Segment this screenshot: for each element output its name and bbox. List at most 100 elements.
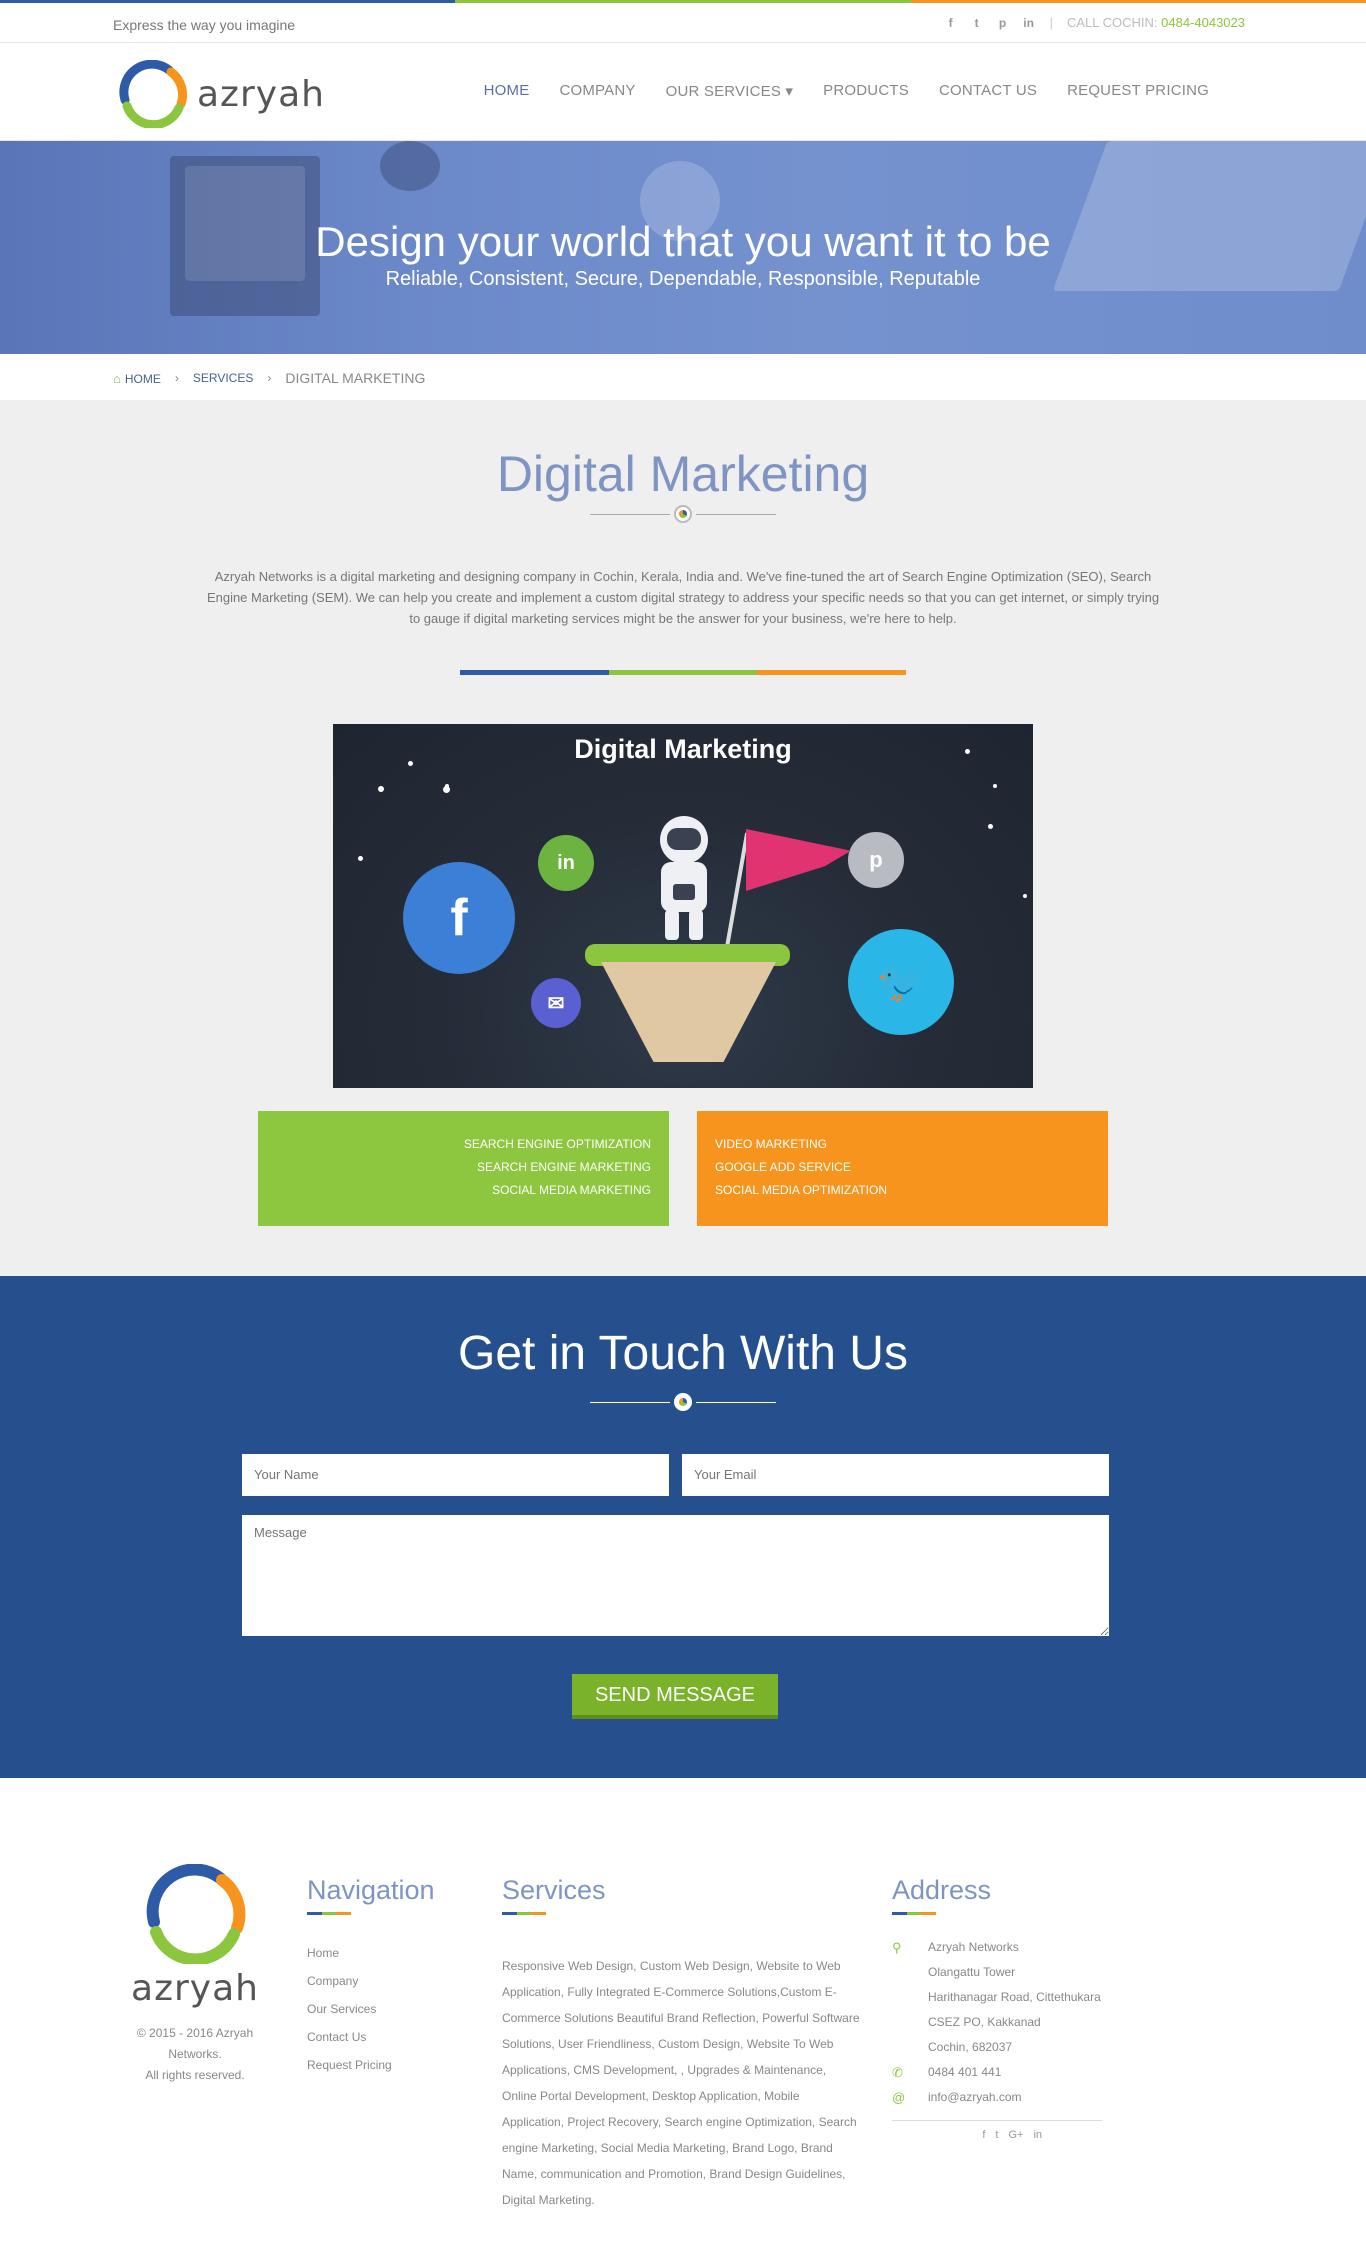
footer-color-bar — [502, 1912, 547, 1915]
intro-text: Azryah Networks is a digital marketing a… — [206, 569, 1160, 626]
star-icon — [358, 856, 363, 861]
nav-home[interactable]: HOME — [484, 82, 530, 100]
footer-link-contact[interactable]: Contact Us — [307, 2023, 435, 2051]
star-icon — [408, 761, 413, 766]
footer-address: Address ⚲ Azryah Networks Olangattu Tower… — [892, 1875, 1102, 2141]
send-message-button[interactable]: SEND MESSAGE — [572, 1674, 778, 1719]
divider-logo-icon — [674, 505, 692, 523]
site-header: azryah HOME COMPANY OUR SERVICES ▾ PRODU… — [0, 44, 1366, 141]
name-input[interactable] — [242, 1454, 669, 1496]
breadcrumb: ⌂ HOME › SERVICES › DIGITAL MARKETING — [113, 370, 425, 386]
star-icon — [443, 786, 450, 793]
email-input[interactable] — [682, 1454, 1109, 1496]
twitter-icon[interactable]: t — [995, 2129, 998, 2141]
footer-address-title: Address — [892, 1875, 992, 1905]
breadcrumb-services[interactable]: SERVICES — [193, 371, 253, 385]
twitter-icon: 🐦 — [848, 929, 954, 1035]
page-title: Digital Marketing — [496, 446, 870, 502]
copyright: © 2015 - 2016 Azryah Networks. All right… — [136, 2026, 254, 2082]
services-box-left: SEARCH ENGINE OPTIMIZATION SEARCH ENGINE… — [258, 1111, 669, 1226]
footer-email[interactable]: info@azryah.com — [928, 2090, 1022, 2104]
flag-icon — [746, 829, 851, 891]
breadcrumb-home[interactable]: ⌂ HOME — [113, 371, 161, 386]
site-footer: azryah © 2015 - 2016 Azryah Networks. Al… — [0, 1778, 1366, 2249]
footer-logo[interactable]: azryah © 2015 - 2016 Azryah Networks. Al… — [124, 1863, 266, 2086]
service-item: SOCIAL MEDIA OPTIMIZATION — [715, 1183, 888, 1197]
address-block: ⚲ Azryah Networks Olangattu Tower Haritha… — [892, 1935, 1102, 2110]
contact-divider — [0, 1392, 1366, 1412]
contact-title: Get in Touch With Us — [458, 1327, 908, 1380]
footer-color-bar — [892, 1912, 937, 1915]
at-icon: @ — [892, 2090, 906, 2105]
logo-mark-icon — [142, 1863, 248, 1966]
service-item: SOCIAL MEDIA MARKETING — [492, 1183, 651, 1197]
message-input[interactable] — [242, 1515, 1109, 1636]
logo[interactable]: azryah — [117, 59, 325, 130]
footer-services-title: Services — [502, 1875, 606, 1905]
digital-marketing-illustration: Digital Marketing f in ✉ p 🐦 — [333, 724, 1033, 1088]
title-divider — [0, 504, 1366, 524]
color-divider — [460, 670, 907, 675]
facebook-icon[interactable]: f — [944, 16, 958, 30]
facebook-icon: f — [403, 862, 515, 974]
footer-social: f t G+ in — [892, 2129, 1102, 2141]
nav-request-pricing[interactable]: REQUEST PRICING — [1067, 82, 1209, 100]
service-item: SEARCH ENGINE OPTIMIZATION — [463, 1137, 651, 1151]
linkedin-icon: in — [538, 835, 594, 891]
astronaut-icon — [660, 816, 708, 940]
nav-products[interactable]: PRODUCTS — [823, 82, 909, 100]
main-nav: HOME COMPANY OUR SERVICES ▾ PRODUCTS CON… — [484, 82, 1209, 100]
tagline: Express the way you imagine — [113, 17, 296, 33]
footer-link-company[interactable]: Company — [307, 1967, 435, 1995]
divider-logo-icon — [674, 1393, 692, 1411]
pinterest-icon: p — [848, 832, 904, 888]
service-item: GOOGLE ADD SERVICE — [715, 1160, 851, 1174]
phone-icon: ✆ — [892, 2065, 903, 2080]
star-icon — [988, 824, 993, 829]
nav-company[interactable]: COMPANY — [559, 82, 635, 100]
linkedin-icon[interactable]: in — [1033, 2129, 1042, 2141]
google-plus-icon[interactable]: G+ — [1008, 2129, 1023, 2141]
nav-our-services[interactable]: OUR SERVICES ▾ — [666, 82, 794, 100]
star-icon — [965, 749, 970, 754]
island-rock — [601, 962, 776, 1062]
star-icon — [993, 784, 997, 788]
star-icon — [1023, 894, 1027, 898]
call-label: CALL COCHIN: — [1066, 15, 1158, 30]
footer-nav-title: Navigation — [307, 1875, 435, 1905]
email-icon: ✉ — [531, 978, 581, 1028]
main-section: Digital Marketing Azryah Networks is a d… — [0, 400, 1366, 1276]
star-icon — [378, 786, 384, 792]
lamp-shape — [380, 141, 440, 191]
services-box-right: VIDEO MARKETING GOOGLE ADD SERVICE SOCIA… — [697, 1111, 1108, 1226]
linkedin-icon[interactable]: in — [1022, 16, 1036, 30]
footer-color-bar — [307, 1912, 352, 1915]
footer-link-home[interactable]: Home — [307, 1939, 435, 1967]
utility-right: f t p in | CALL COCHIN: 0484-4043023 — [944, 15, 1245, 30]
logo-text: azryah — [197, 73, 325, 115]
location-pin-icon: ⚲ — [892, 1940, 902, 1955]
nav-contact-us[interactable]: CONTACT US — [939, 82, 1037, 100]
footer-logo-text: azryah — [131, 1968, 259, 2009]
hero-title: Design your world that you want it to be — [315, 218, 1051, 265]
footer-navigation: Navigation Home Company Our Services Con… — [307, 1875, 435, 2079]
utility-bar: Express the way you imagine f t p in | C… — [0, 3, 1366, 43]
service-item: SEARCH ENGINE MARKETING — [476, 1160, 651, 1174]
footer-phone[interactable]: 0484 401 441 — [928, 2065, 1001, 2079]
footer-services-text: Responsive Web Design, Custom Web Design… — [502, 1959, 860, 2207]
hero-subtitle: Reliable, Consistent, Secure, Dependable… — [385, 268, 981, 290]
footer-link-services[interactable]: Our Services — [307, 1995, 435, 2023]
service-item: VIDEO MARKETING — [715, 1137, 828, 1151]
hero-banner: Design your world that you want it to be… — [0, 141, 1366, 354]
twitter-icon[interactable]: t — [970, 16, 984, 30]
breadcrumb-current: DIGITAL MARKETING — [285, 370, 426, 386]
contact-section: Get in Touch With Us SEND MESSAGE — [0, 1276, 1366, 1778]
footer-link-pricing[interactable]: Request Pricing — [307, 2051, 435, 2079]
breadcrumb-home-label: HOME — [124, 371, 161, 386]
pinterest-icon[interactable]: p — [996, 16, 1010, 30]
facebook-icon[interactable]: f — [982, 2129, 985, 2141]
chevron-right-icon: › — [174, 371, 179, 385]
logo-mark-icon — [117, 59, 189, 130]
home-icon: ⌂ — [113, 370, 121, 386]
call-number[interactable]: 0484-4043023 — [1161, 15, 1245, 30]
